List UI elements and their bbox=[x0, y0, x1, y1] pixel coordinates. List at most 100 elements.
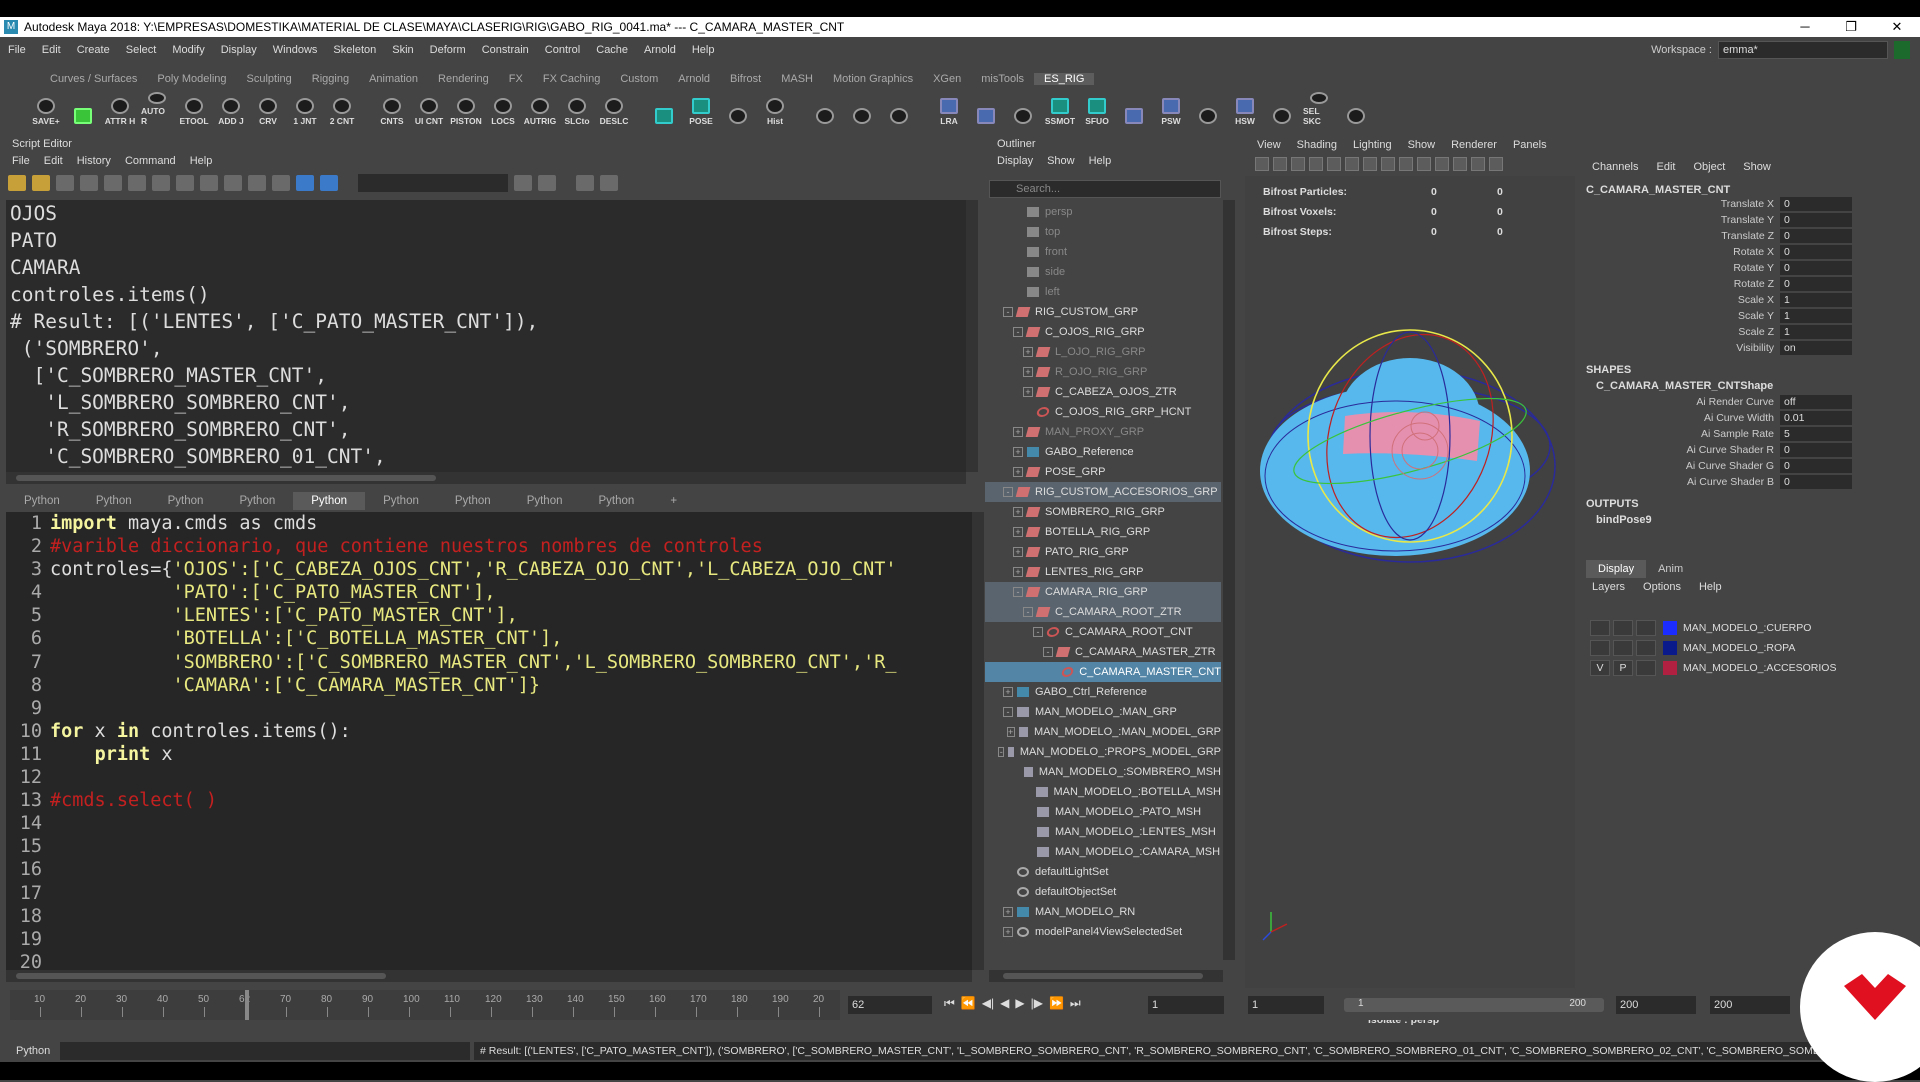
channel-menu-item[interactable]: Edit bbox=[1656, 161, 1675, 173]
channel-attr[interactable]: Translate Y 0 bbox=[1580, 212, 1910, 228]
menu-create[interactable]: Create bbox=[69, 44, 118, 56]
attr-value[interactable]: 0.01 bbox=[1780, 411, 1852, 425]
shelf-button[interactable]: 1 JNT bbox=[289, 92, 321, 126]
channel-attr[interactable]: Ai Render Curve off bbox=[1580, 394, 1910, 410]
shelf-button[interactable]: CRV bbox=[252, 92, 284, 126]
attr-value[interactable]: 0 bbox=[1780, 475, 1852, 489]
save-to-shelf-icon[interactable] bbox=[80, 175, 98, 191]
code-text[interactable]: import maya.cmds as cmds #varible diccio… bbox=[50, 512, 897, 812]
shelf-tab[interactable]: XGen bbox=[923, 73, 971, 85]
go-to-start-icon[interactable]: ⏮ bbox=[944, 996, 955, 1011]
script-tab[interactable]: Python bbox=[78, 492, 150, 510]
shelf-button[interactable]: AUTO R bbox=[141, 92, 173, 126]
expand-toggle-icon[interactable]: + bbox=[1013, 547, 1023, 557]
close-button[interactable]: ✕ bbox=[1874, 17, 1920, 37]
menu-deform[interactable]: Deform bbox=[422, 44, 474, 56]
channel-attr[interactable]: Translate Z 0 bbox=[1580, 228, 1910, 244]
channel-attr[interactable]: Ai Sample Rate 5 bbox=[1580, 426, 1910, 442]
menu-skin[interactable]: Skin bbox=[384, 44, 421, 56]
viewport-menu-item[interactable]: Shading bbox=[1297, 139, 1337, 151]
expand-toggle-icon[interactable]: + bbox=[1013, 427, 1023, 437]
step-forward-key-icon[interactable]: ⏩ bbox=[1049, 996, 1064, 1011]
shelf-button[interactable] bbox=[648, 92, 680, 126]
channel-attr[interactable]: Translate X 0 bbox=[1580, 196, 1910, 212]
viewport-menu-item[interactable]: View bbox=[1257, 139, 1281, 151]
outliner-item[interactable]: top bbox=[985, 222, 1221, 242]
script-tab[interactable]: Python bbox=[221, 492, 293, 510]
shelf-button[interactable]: PISTON bbox=[450, 92, 482, 126]
expand-toggle-icon[interactable]: + bbox=[1003, 907, 1013, 917]
outliner-menu-item[interactable]: Display bbox=[997, 155, 1033, 167]
channel-menu-item[interactable]: Show bbox=[1743, 161, 1771, 173]
expand-toggle-icon[interactable]: + bbox=[1003, 927, 1013, 937]
channel-attr[interactable]: Ai Curve Shader B 0 bbox=[1580, 474, 1910, 490]
search-down-icon[interactable] bbox=[514, 175, 532, 191]
channel-attr[interactable]: Rotate Z 0 bbox=[1580, 276, 1910, 292]
outliner-item[interactable]: defaultLightSet bbox=[985, 862, 1221, 882]
channel-attr[interactable]: Ai Curve Shader R 0 bbox=[1580, 442, 1910, 458]
shelf-button[interactable] bbox=[846, 92, 878, 126]
menu-cache[interactable]: Cache bbox=[588, 44, 636, 56]
play-back-icon[interactable]: ◀ bbox=[1000, 996, 1009, 1011]
script-tab[interactable]: Python bbox=[581, 492, 653, 510]
script-tab[interactable]: Python bbox=[150, 492, 222, 510]
gate-mask-icon[interactable] bbox=[1381, 157, 1395, 171]
shelf-button[interactable]: ATTR H bbox=[104, 92, 136, 126]
outliner-item[interactable]: - C_CAMARA_MASTER_ZTR bbox=[985, 642, 1221, 662]
outliner-item[interactable]: + MAN_PROXY_GRP bbox=[985, 422, 1221, 442]
menu-options-icon[interactable] bbox=[600, 175, 618, 191]
se-menu-item[interactable]: History bbox=[77, 155, 111, 167]
expand-toggle-icon[interactable]: + bbox=[1006, 727, 1015, 737]
se-menu-item[interactable]: Command bbox=[125, 155, 176, 167]
shelf-button[interactable]: UI CNT bbox=[413, 92, 445, 126]
open-script-icon[interactable] bbox=[8, 175, 26, 191]
outliner-item[interactable]: + POSE_GRP bbox=[985, 462, 1221, 482]
menu-modify[interactable]: Modify bbox=[164, 44, 212, 56]
script-tab[interactable]: Python bbox=[509, 492, 581, 510]
expand-toggle-icon[interactable]: - bbox=[1013, 587, 1023, 597]
expand-toggle-icon[interactable]: + bbox=[1013, 507, 1023, 517]
step-forward-frame-icon[interactable]: |▶ bbox=[1031, 996, 1043, 1011]
shelf-button[interactable] bbox=[1118, 92, 1150, 126]
clear-all-icon[interactable] bbox=[200, 175, 218, 191]
script-search-field[interactable] bbox=[358, 174, 508, 192]
outliner-item[interactable]: + MAN_MODELO_RN bbox=[985, 902, 1221, 922]
outliner-item[interactable]: - CAMARA_RIG_GRP bbox=[985, 582, 1221, 602]
menu-control[interactable]: Control bbox=[537, 44, 588, 56]
outliner-item[interactable]: + GABO_Ctrl_Reference bbox=[985, 682, 1221, 702]
wireframe-icon[interactable] bbox=[1399, 157, 1413, 171]
code-editor[interactable]: 1 2 3 4 5 6 7 8 9 10 11 12 13 14 15 16 1… bbox=[6, 512, 972, 970]
visibility-toggle[interactable] bbox=[1590, 640, 1610, 656]
reference-toggle[interactable] bbox=[1636, 620, 1656, 636]
attr-value[interactable]: 1 bbox=[1780, 293, 1852, 307]
expand-toggle-icon[interactable]: + bbox=[1013, 567, 1023, 577]
grid-icon[interactable] bbox=[1327, 157, 1341, 171]
shelf-button[interactable]: ADD J bbox=[215, 92, 247, 126]
menu-constrain[interactable]: Constrain bbox=[474, 44, 537, 56]
layer-menu-item[interactable]: Help bbox=[1699, 581, 1722, 593]
bookmark-icon[interactable] bbox=[1291, 157, 1305, 171]
display-layer[interactable]: MAN_MODELO_:CUERPO bbox=[1590, 618, 1900, 638]
maximize-button[interactable]: ❐ bbox=[1828, 17, 1874, 37]
textured-icon[interactable] bbox=[1435, 157, 1449, 171]
reference-toggle[interactable] bbox=[1636, 660, 1656, 676]
lock-camera-icon[interactable] bbox=[1273, 157, 1287, 171]
shelf-tab[interactable]: misTools bbox=[971, 73, 1034, 85]
script-tab[interactable]: Python bbox=[6, 492, 78, 510]
isolate-select-icon[interactable] bbox=[1489, 157, 1503, 171]
channel-attr[interactable]: Ai Curve Shader G 0 bbox=[1580, 458, 1910, 474]
current-frame-field[interactable]: 62 bbox=[848, 996, 932, 1014]
shelf-tab[interactable]: Arnold bbox=[668, 73, 720, 85]
channel-menu-item[interactable]: Channels bbox=[1592, 161, 1638, 173]
execute-all-icon[interactable] bbox=[296, 175, 314, 191]
menu-arnold[interactable]: Arnold bbox=[636, 44, 684, 56]
channel-attr[interactable]: Scale Y 1 bbox=[1580, 308, 1910, 324]
menu-skeleton[interactable]: Skeleton bbox=[325, 44, 384, 56]
viewport-3d[interactable]: Bifrost Particles: 0 0 Bifrost Voxels: 0 0 Bif… bbox=[1245, 176, 1575, 1026]
outliner-item[interactable]: MAN_MODELO_:LENTES_MSH bbox=[985, 822, 1221, 842]
attr-value[interactable]: 0 bbox=[1780, 213, 1852, 227]
expand-toggle-icon[interactable]: + bbox=[1023, 347, 1033, 357]
command-language[interactable]: Python bbox=[0, 1045, 60, 1057]
shelf-button[interactable] bbox=[809, 92, 841, 126]
expand-toggle-icon[interactable]: + bbox=[1023, 387, 1033, 397]
